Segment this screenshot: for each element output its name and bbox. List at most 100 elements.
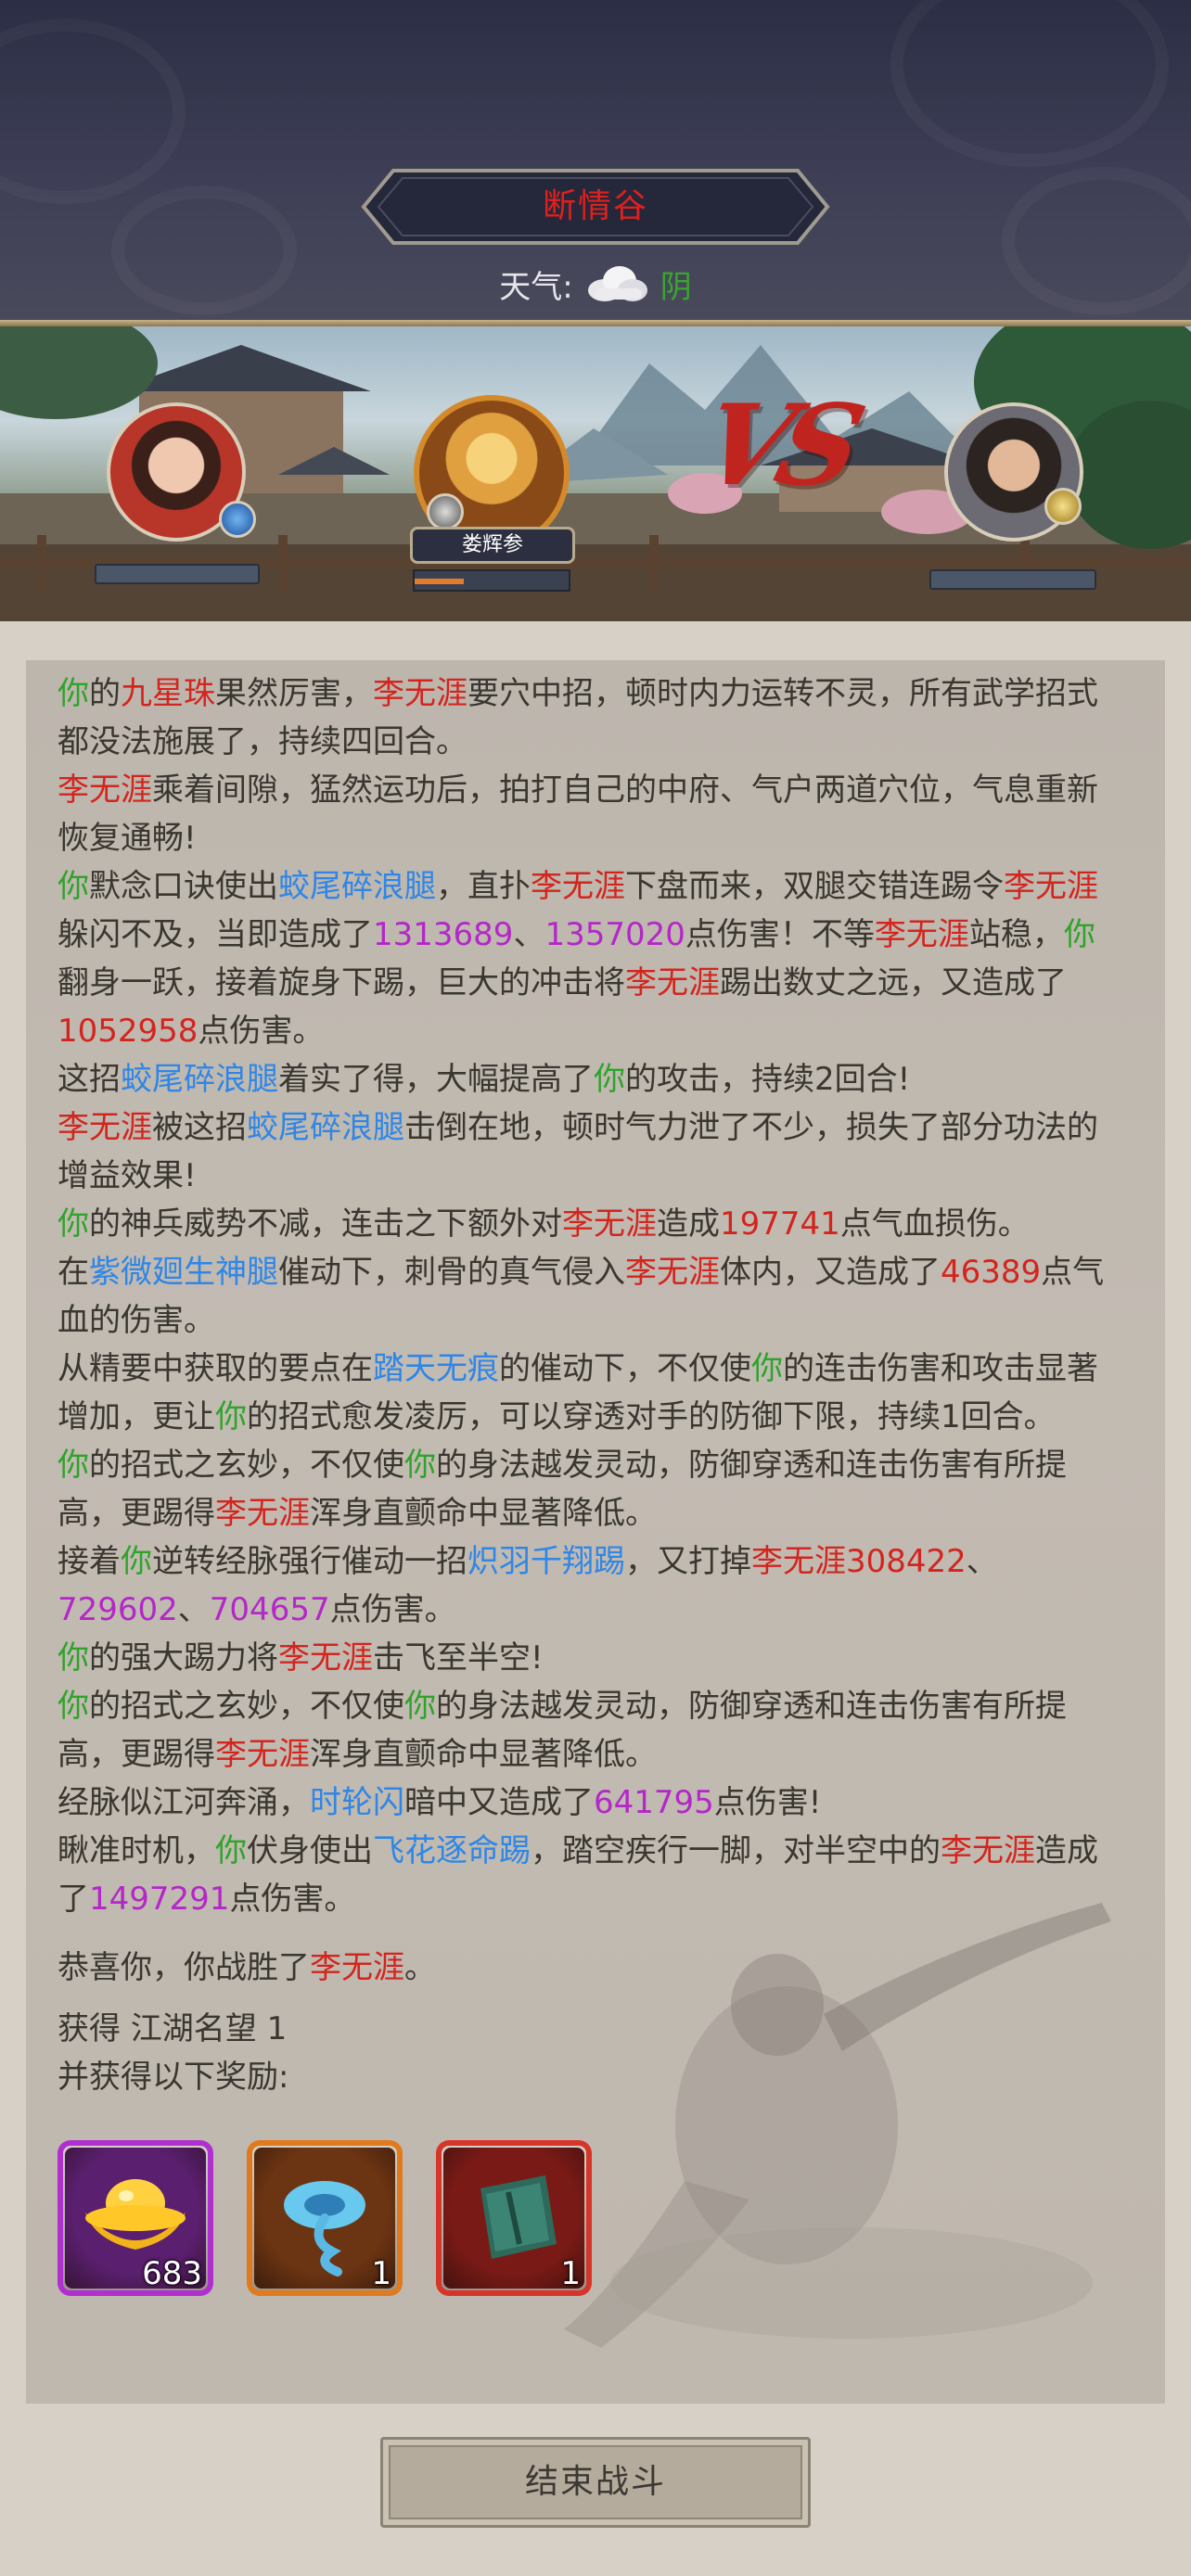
battle-log-panel[interactable]: 你的九星珠果然厉害，李无涯要穴中招，顿时内力运转不灵，所有武学招式都没法施展了，… [26, 660, 1165, 2404]
enemy-hp-bar [929, 569, 1096, 590]
reward-count: 1 [371, 2255, 391, 2292]
log-text-segment: 经脉似江河奔涌， [58, 1784, 310, 1821]
skill-ref: 蛟尾碎浪腿 [247, 1109, 404, 1146]
gold-element-icon [1044, 488, 1082, 525]
log-text-segment: 点伤害。 [198, 1013, 325, 1050]
log-line: 你的强大踢力将李无涯击飞至半空! [58, 1634, 1124, 1682]
log-text-segment: 点伤害! [713, 1784, 822, 1821]
enemy-ref: 李无涯 [874, 916, 969, 953]
log-line: 接着你逆转经脉强行催动一招炽羽千翔踢，又打掉李无涯308422、729602、7… [58, 1537, 1124, 1634]
enemy-ref: 李无涯 [278, 1639, 373, 1677]
cloud-icon [584, 262, 649, 305]
player-ref: 你 [58, 868, 89, 905]
player-ref: 你 [404, 1688, 436, 1725]
log-text-segment: ，又打掉 [625, 1543, 751, 1580]
log-line: 你的招式之玄妙，不仅使你的身法越发灵动，防御穿透和连击伤害有所提高，更踢得李无涯… [58, 1441, 1124, 1537]
ally-name-plate: 娄辉参 [410, 527, 575, 564]
log-text-segment: 的招式愈发凌厉，可以穿透对手的防御下限，持续1回合。 [247, 1398, 1056, 1435]
player-ref: 你 [1063, 916, 1095, 953]
log-line: 你的招式之玄妙，不仅使你的身法越发灵动，防御穿透和连击伤害有所提高，更踢得李无涯… [58, 1682, 1124, 1779]
log-text-segment: 、 [966, 1543, 998, 1580]
enemy-ref: 九星珠 [121, 675, 215, 712]
damage-value: 641795 [594, 1784, 714, 1821]
log-text-segment: 、 [177, 1591, 210, 1628]
log-text-segment: 恭喜你，你战胜了 [58, 1949, 310, 1986]
location-name: 断情谷 [542, 187, 648, 225]
skill-ref: 紫微廻生神腿 [89, 1254, 278, 1291]
skill-ref: 炽羽千翔踢 [467, 1543, 625, 1580]
log-text-segment: 点伤害。 [329, 1591, 456, 1628]
weather-label: 天气: [499, 268, 573, 306]
header: 断情谷 天气: 阴 [0, 0, 1191, 326]
log-text-segment: 的攻击，持续2回合! [625, 1061, 911, 1098]
log-text-segment: 、 [513, 916, 545, 953]
log-text-segment: 乘着间隙，猛然运功后，拍打自己的中府、气户两道穴位，气息重新恢复通畅! [58, 772, 1098, 857]
log-line: 李无涯乘着间隙，猛然运功后，拍打自己的中府、气户两道穴位，气息重新恢复通畅! [58, 766, 1124, 862]
reward-item[interactable]: 683 [58, 2140, 213, 2296]
ally-energy-bar [413, 569, 570, 592]
weather-row: 天气: 阴 [0, 258, 1191, 310]
log-line: 你的神兵威势不减，连击之下额外对李无涯造成197741点气血损伤。 [58, 1200, 1124, 1248]
log-text-segment: 踢出数丈之远，又造成了 [720, 964, 1067, 1001]
reputation-gain-line: 获得 江湖名望 1 [58, 2010, 288, 2047]
player-hp-bar [95, 564, 260, 584]
log-text-segment: 从精要中获取的要点在 [58, 1350, 373, 1387]
log-line: 你默念口诀使出蛟尾碎浪腿，直扑李无涯下盘而来，双腿交错连踢令李无涯躲闪不及，当即… [58, 862, 1124, 1055]
enemy-ref: 1052958 [58, 1013, 198, 1050]
player-ref: 你 [594, 1061, 625, 1098]
reward-list: 683 1 1 [58, 2140, 592, 2296]
player-ref: 你 [215, 1398, 247, 1435]
reward-item[interactable]: 1 [436, 2140, 592, 2296]
cloud-swirl-decoration [0, 19, 186, 204]
log-text-segment: 这招 [58, 1061, 121, 1098]
damage-value: 704657 [209, 1591, 330, 1628]
end-battle-button[interactable]: 结束战斗 [380, 2437, 811, 2528]
log-text-segment: ，踏空疾行一脚，对半空中的 [531, 1832, 941, 1869]
log-line: 经脉似江河奔涌，时轮闪暗中又造成了641795点伤害! [58, 1779, 1124, 1827]
enemy-ref: 李无涯 [215, 1495, 310, 1532]
enemy-ref: 李无涯 [531, 868, 625, 905]
enemy-ref: 46389 [941, 1254, 1042, 1291]
log-text-segment: 在 [58, 1254, 89, 1291]
log-line: 李无涯被这招蛟尾碎浪腿击倒在地，顿时气力泄了不少，损失了部分功法的增益效果! [58, 1103, 1124, 1200]
damage-value: 1497291 [89, 1881, 230, 1918]
skill-ref: 蛟尾碎浪腿 [121, 1061, 278, 1098]
player-ref: 你 [58, 1205, 89, 1243]
log-text-segment: 站稳， [968, 916, 1064, 953]
log-text-segment: 浑身直颤命中显著降低。 [310, 1736, 657, 1773]
log-text-segment: 击飞至半空! [373, 1639, 544, 1677]
log-text-segment: 伏身使出 [247, 1832, 373, 1869]
log-text-segment: 被这招 [152, 1109, 247, 1146]
enemy-ref: 李无涯 [941, 1832, 1035, 1869]
yin-yang-icon [427, 493, 464, 530]
skill-ref: 飞花逐命踢 [373, 1832, 531, 1869]
skill-ref: 时轮闪 [310, 1784, 404, 1821]
log-line: 你的九星珠果然厉害，李无涯要穴中招，顿时内力运转不灵，所有武学招式都没法施展了，… [58, 670, 1124, 766]
log-text-segment: 的招式之玄妙，不仅使 [89, 1688, 404, 1725]
enemy-ref: 李无涯 [58, 772, 152, 809]
reward-item[interactable]: 1 [247, 2140, 403, 2296]
enemy-ref: 197741 [720, 1205, 840, 1243]
log-text-segment: 着实了得，大幅提高了 [278, 1061, 594, 1098]
player-ref: 你 [58, 1688, 89, 1725]
player-ref: 你 [58, 675, 89, 712]
log-text-segment: 接着 [58, 1543, 121, 1580]
log-text-segment: 的强大踢力将 [89, 1639, 278, 1677]
skill-ref: 踏天无痕 [373, 1350, 499, 1387]
log-text-segment: 下盘而来，双腿交错连踢令 [625, 868, 1004, 905]
weather-value: 阴 [660, 268, 692, 306]
enemy-ref: 李无涯 [310, 1949, 404, 1986]
player-ref: 你 [404, 1447, 436, 1484]
player-ref: 你 [751, 1350, 783, 1387]
log-text-segment: 催动下，刺骨的真气侵入 [278, 1254, 625, 1291]
log-line: 瞅准时机，你伏身使出飞花逐命踢，踏空疾行一脚，对半空中的李无涯造成了149729… [58, 1827, 1124, 1923]
damage-value: 1357020 [544, 916, 685, 953]
log-line: 在紫微廻生神腿催动下，刺骨的真气侵入李无涯体内，又造成了46389点气血的伤害。 [58, 1248, 1124, 1345]
log-line: 这招蛟尾碎浪腿着实了得，大幅提高了你的攻击，持续2回合! [58, 1055, 1124, 1103]
enemy-ref: 李无涯 [751, 1543, 846, 1580]
log-text-segment: 的神兵威势不减，连击之下额外对 [89, 1205, 562, 1243]
log-line: 从精要中获取的要点在踏天无痕的催动下，不仅使你的连击伤害和攻击显著增加，更让你的… [58, 1345, 1124, 1441]
end-battle-label: 结束战斗 [524, 2463, 666, 2501]
reward-count: 683 [142, 2255, 202, 2292]
